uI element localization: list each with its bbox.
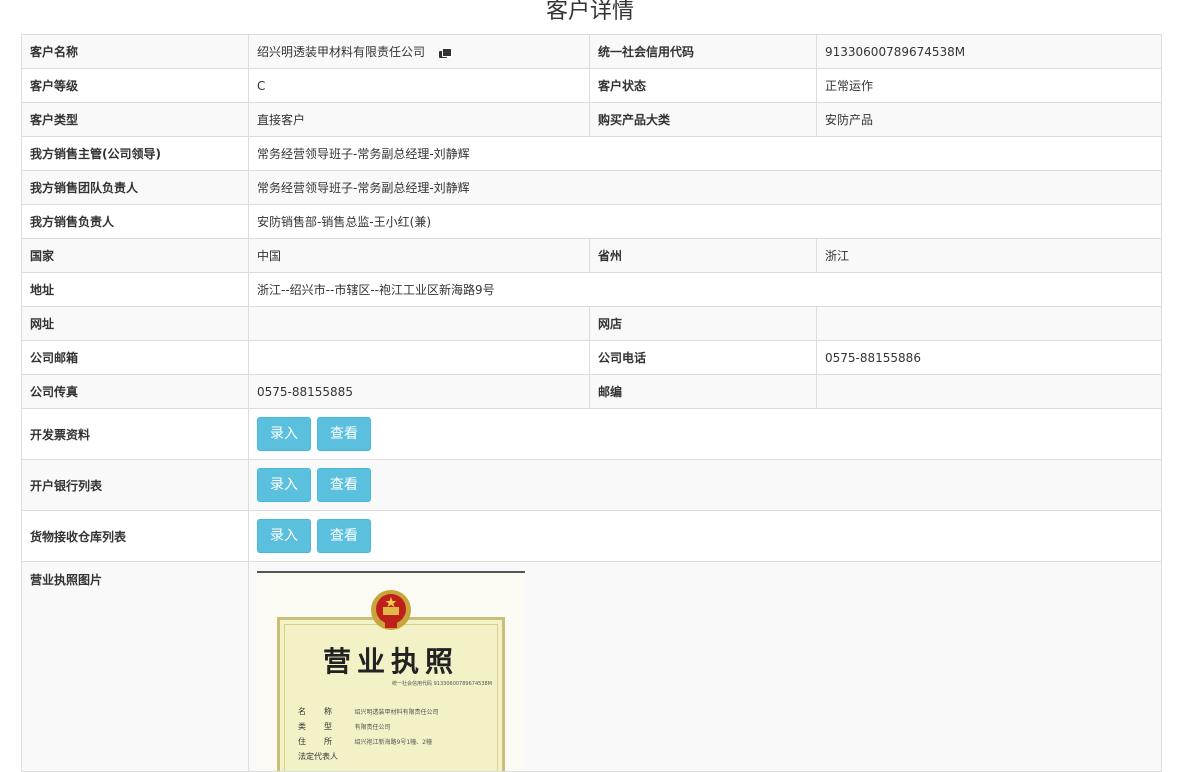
website-value	[248, 306, 590, 341]
fax-value: 0575-88155885	[248, 374, 590, 409]
customer-name-value: 绍兴明透装甲材料有限责任公司	[257, 45, 426, 59]
table-row: 国家 中国 省州 浙江	[21, 238, 1162, 273]
license-field-value: 绍兴明透装甲材料有限责任公司	[354, 709, 439, 716]
credit-code-value: 91330600789674538M	[816, 34, 1162, 69]
license-title: 营业执照	[322, 645, 459, 678]
customer-type-value: 直接客户	[248, 102, 590, 137]
business-license-image[interactable]: 营业执照 统一社会信用代码 91330600789674538M 名称 绍兴明透…	[257, 571, 525, 771]
table-row: 网址 网店	[21, 306, 1162, 341]
license-field-key: 名称	[298, 707, 350, 716]
license-field-value: 绍兴袍江新海路9号1幢、2幢	[354, 739, 432, 746]
bank-accounts-actions: 录入 查看	[248, 459, 1162, 511]
email-label: 公司邮箱	[21, 340, 249, 375]
province-label: 省州	[589, 238, 817, 273]
postcode-value	[816, 374, 1162, 409]
province-value: 浙江	[816, 238, 1162, 273]
copy-icon[interactable]	[438, 47, 452, 58]
credit-code-label: 统一社会信用代码	[589, 34, 817, 69]
customer-level-label: 客户等级	[21, 68, 249, 103]
table-row: 开户银行列表 录入 查看	[21, 459, 1162, 511]
warehouse-view-button[interactable]: 查看	[316, 519, 371, 553]
online-store-value	[816, 306, 1162, 341]
invoice-info-actions: 录入 查看	[248, 408, 1162, 460]
image-border	[257, 571, 525, 573]
sales-supervisor-value: 常务经营领导班子-常务副总经理-刘静辉	[248, 136, 1162, 171]
customer-name-cell: 绍兴明透装甲材料有限责任公司	[248, 34, 590, 69]
customer-type-label: 客户类型	[21, 102, 249, 137]
country-label: 国家	[21, 238, 249, 273]
table-row: 公司邮箱 公司电话 0575-88155886	[21, 340, 1162, 375]
address-value: 浙江--绍兴市--市辖区--袍江工业区新海路9号	[248, 272, 1162, 307]
sales-owner-value: 安防销售部-销售总监-王小红(兼)	[248, 204, 1162, 239]
invoice-enter-button[interactable]: 录入	[257, 417, 311, 451]
warehouses-label: 货物接收仓库列表	[21, 510, 249, 562]
table-row: 客户类型 直接客户 购买产品大类 安防产品	[21, 102, 1162, 137]
license-field: 住所 绍兴袍江新海路9号1幢、2幢	[298, 736, 498, 751]
table-row: 我方销售主管(公司领导) 常务经营领导班子-常务副总经理-刘静辉	[21, 136, 1162, 171]
product-category-value: 安防产品	[816, 102, 1162, 137]
fax-label: 公司传真	[21, 374, 249, 409]
email-value	[248, 340, 590, 375]
invoice-info-label: 开发票资料	[21, 408, 249, 460]
warehouses-actions: 录入 查看	[248, 510, 1162, 562]
table-row: 客户等级 C 客户状态 正常运作	[21, 68, 1162, 103]
table-row: 开发票资料 录入 查看	[21, 408, 1162, 460]
sales-team-lead-label: 我方销售团队负责人	[21, 170, 249, 205]
table-row: 营业执照图片 营业执照 统一社会信用代码 91330600789674538M …	[21, 561, 1162, 772]
invoice-view-button[interactable]: 查看	[316, 417, 371, 451]
address-label: 地址	[21, 272, 249, 307]
sales-owner-label: 我方销售负责人	[21, 204, 249, 239]
customer-status-label: 客户状态	[589, 68, 817, 103]
table-row: 我方销售负责人 安防销售部-销售总监-王小红(兼)	[21, 204, 1162, 239]
online-store-label: 网店	[589, 306, 817, 341]
customer-detail-table: 客户名称 绍兴明透装甲材料有限责任公司 统一社会信用代码 91330600789…	[21, 34, 1162, 772]
license-field-value: 有限责任公司	[354, 724, 391, 731]
customer-name-label: 客户名称	[21, 34, 249, 69]
table-row: 货物接收仓库列表 录入 查看	[21, 510, 1162, 562]
page-title: 客户详情	[545, 0, 634, 24]
license-fields: 名称 绍兴明透装甲材料有限责任公司 类型 有限责任公司 住所 绍兴袍江新海路9号…	[298, 706, 498, 766]
license-field: 法定代表人	[298, 751, 498, 766]
license-field-key: 住所	[298, 737, 350, 746]
license-image-cell: 营业执照 统一社会信用代码 91330600789674538M 名称 绍兴明透…	[248, 561, 1162, 772]
sales-supervisor-label: 我方销售主管(公司领导)	[21, 136, 249, 171]
customer-level-value: C	[248, 68, 590, 103]
license-field-key: 法定代表人	[298, 752, 338, 761]
license-frame: 营业执照 统一社会信用代码 91330600789674538M 名称 绍兴明透…	[277, 617, 505, 771]
bank-accounts-label: 开户银行列表	[21, 459, 249, 511]
country-value: 中国	[248, 238, 590, 273]
phone-label: 公司电话	[589, 340, 817, 375]
license-image-label: 营业执照图片	[21, 561, 249, 772]
website-label: 网址	[21, 306, 249, 341]
postcode-label: 邮编	[589, 374, 817, 409]
table-row: 客户名称 绍兴明透装甲材料有限责任公司 统一社会信用代码 91330600789…	[21, 34, 1162, 69]
bank-enter-button[interactable]: 录入	[257, 468, 311, 502]
customer-status-value: 正常运作	[816, 68, 1162, 103]
phone-value: 0575-88155886	[816, 340, 1162, 375]
license-code: 统一社会信用代码 91330600789674538M	[392, 681, 492, 687]
sales-team-lead-value: 常务经营领导班子-常务副总经理-刘静辉	[248, 170, 1162, 205]
national-emblem-icon	[371, 590, 411, 630]
license-field: 类型 有限责任公司	[298, 721, 498, 736]
table-row: 公司传真 0575-88155885 邮编	[21, 374, 1162, 409]
table-row: 地址 浙江--绍兴市--市辖区--袍江工业区新海路9号	[21, 272, 1162, 307]
table-row: 我方销售团队负责人 常务经营领导班子-常务副总经理-刘静辉	[21, 170, 1162, 205]
license-field: 名称 绍兴明透装甲材料有限责任公司	[298, 706, 498, 721]
license-field-key: 类型	[298, 722, 350, 731]
warehouse-enter-button[interactable]: 录入	[257, 519, 311, 553]
bank-view-button[interactable]: 查看	[316, 468, 371, 502]
product-category-label: 购买产品大类	[589, 102, 817, 137]
